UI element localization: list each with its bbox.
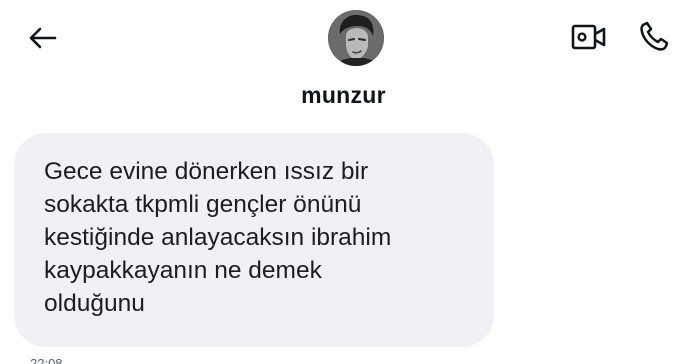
received-message-bubble[interactable]: Gece evine dönerken ıssız bir sokakta tk… <box>14 133 494 347</box>
message-timestamp: 22:08 <box>30 356 63 364</box>
video-call-button[interactable] <box>568 20 610 54</box>
dm-conversation-screen: munzur Gece evine dönerken ıssız bir sok… <box>0 0 687 364</box>
back-button[interactable] <box>24 22 60 54</box>
avatar[interactable] <box>328 10 384 66</box>
voice-call-button[interactable] <box>636 18 672 54</box>
profile-photo <box>328 10 384 66</box>
phone-icon <box>640 21 669 51</box>
video-camera-icon <box>571 24 606 50</box>
conversation-username[interactable]: munzur <box>0 82 687 109</box>
message-text: Gece evine dönerken ıssız bir sokakta tk… <box>44 158 392 317</box>
arrow-left-icon <box>29 27 57 49</box>
